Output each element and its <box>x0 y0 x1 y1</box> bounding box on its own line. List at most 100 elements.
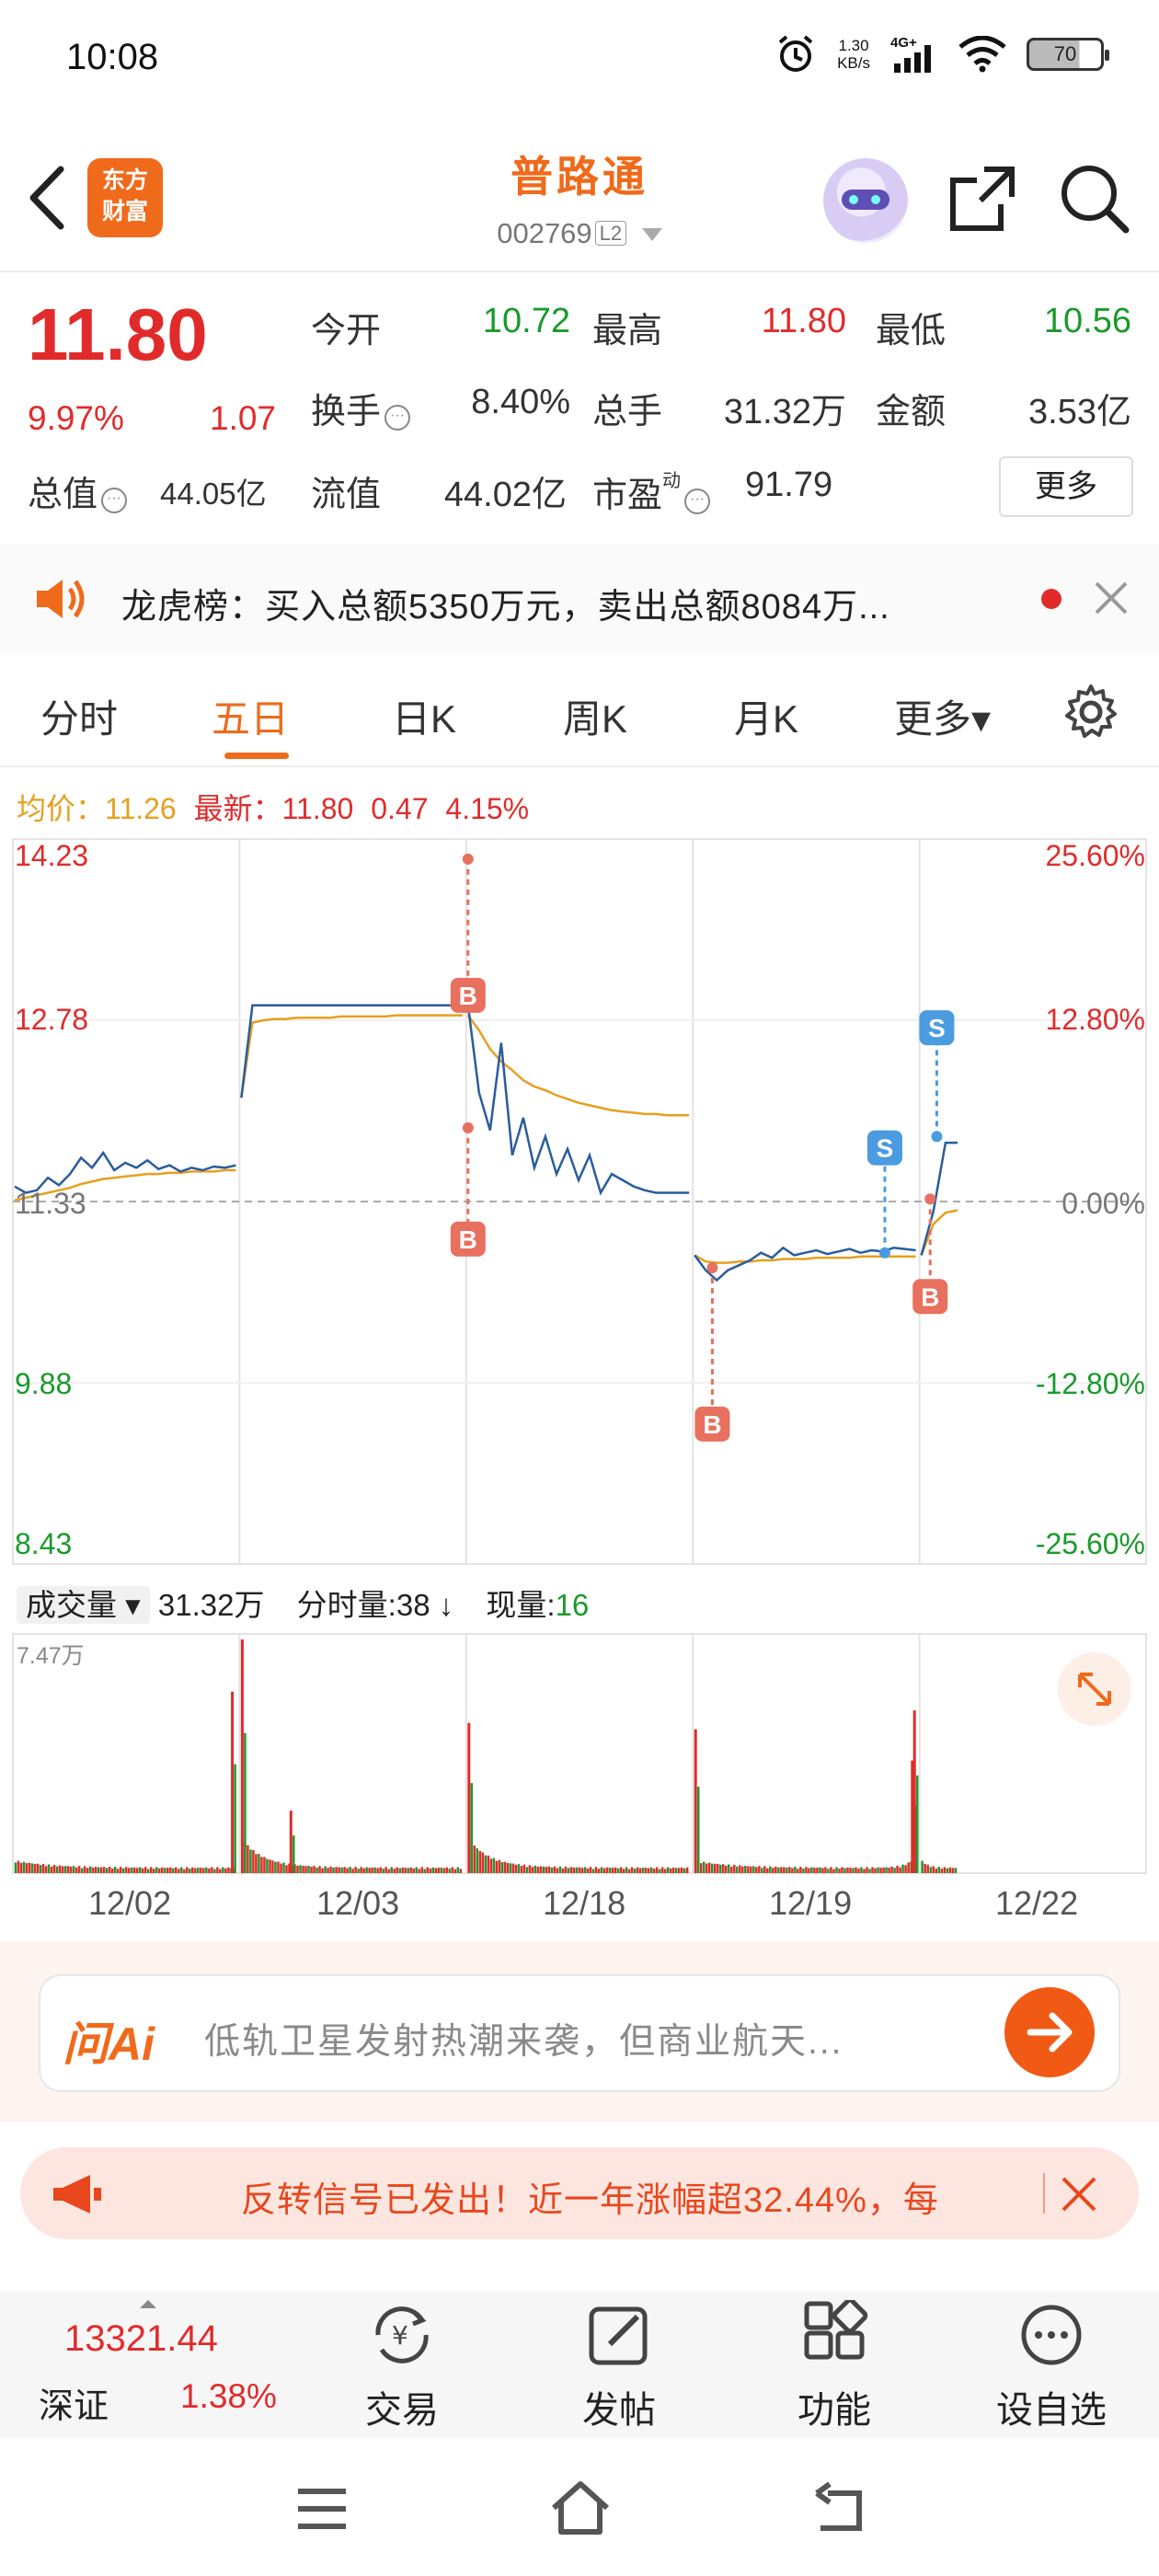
pe-value: 91.79 <box>745 466 833 504</box>
nav-add-watchlist[interactable]: 设自选 <box>982 2300 1120 2433</box>
home-icon[interactable] <box>548 2478 613 2537</box>
nav-trade[interactable]: ¥ 交易 <box>333 2300 471 2433</box>
y-tick-left: 12.78 <box>15 1003 89 1036</box>
amount-label: 金额 <box>876 393 947 431</box>
open-label: 今开 <box>311 312 382 351</box>
ticker-text[interactable]: 龙虎榜：买入总额5350万元，卖出总额8084万... <box>121 578 890 628</box>
mktcap-label[interactable]: 总值 ··· <box>28 466 128 516</box>
divider <box>1043 2173 1045 2214</box>
expand-chart-button[interactable] <box>1058 1652 1131 1726</box>
close-icon[interactable] <box>1060 2175 1098 2214</box>
volume-header: 成交量 ▾ 31.32万 分时量:38 ↓ 现量:16 <box>17 1581 589 1625</box>
index-name[interactable]: 深证 <box>39 2377 109 2428</box>
menu-icon[interactable] <box>294 2484 350 2534</box>
y-tick-right: 0.00% <box>1061 1187 1145 1220</box>
trade-marker-dot <box>462 1121 474 1133</box>
float-cap-value: 44.02亿 <box>443 476 567 514</box>
assistant-robot-icon[interactable] <box>823 158 908 243</box>
y-tick-right: -25.60% <box>1035 1527 1145 1560</box>
net-speed: 1.30 KB/s <box>837 37 870 72</box>
avg-price-line <box>240 1014 463 1098</box>
price-line <box>466 1005 690 1196</box>
volume-label: 总手 <box>592 393 663 431</box>
grid-icon <box>804 2297 868 2360</box>
pe-label[interactable]: 市盈动··· <box>592 466 711 517</box>
tab-five-day[interactable]: 五日 <box>212 688 289 744</box>
wifi-icon <box>958 36 1006 73</box>
buy-marker-label: B <box>921 1282 939 1311</box>
price-chart[interactable]: BBBSBS <box>0 834 1159 2490</box>
svg-text:4G+: 4G+ <box>890 35 917 51</box>
trade-marker-dot <box>931 1131 943 1143</box>
ai-search-input[interactable]: 低轨卫星发射热潮来袭，但商业航天... <box>204 2013 843 2064</box>
y-tick-left: 9.88 <box>15 1367 73 1400</box>
tab-weekly-k[interactable]: 周K <box>563 688 627 744</box>
promo-text[interactable]: 反转信号已发出！近一年涨幅超32.44%，每 <box>241 2171 1043 2222</box>
index-change: 1.38% <box>180 2377 277 2415</box>
high-label: 最高 <box>592 312 663 351</box>
x-tick-label: 12/03 <box>316 1884 400 1922</box>
y-tick-right: 25.60% <box>1045 839 1145 872</box>
change-percent: 9.97% <box>28 399 124 437</box>
change-amount: 1.07 <box>210 399 277 437</box>
search-icon[interactable] <box>1058 162 1131 236</box>
chart-summary: 均价：11.26 最新：11.80 0.47 4.15% <box>17 792 530 825</box>
low-value: 10.56 <box>1043 302 1131 340</box>
tab-daily-k[interactable]: 日K <box>392 688 456 744</box>
x-tick-label: 12/18 <box>543 1884 626 1922</box>
x-tick-label: 12/02 <box>88 1884 172 1922</box>
status-icons: 1.30 KB/s 4G+ 70 <box>775 33 1109 75</box>
status-time: 10:08 <box>66 37 159 77</box>
nav-post[interactable]: 发帖 <box>550 2300 688 2433</box>
y-tick-right: 12.80% <box>1045 1003 1145 1036</box>
tab-intraday[interactable]: 分时 <box>40 688 118 744</box>
info-icon: ··· <box>101 488 128 513</box>
sell-marker-label: S <box>877 1134 894 1163</box>
info-icon: ··· <box>384 405 411 431</box>
edit-icon <box>589 2306 648 2365</box>
y-tick-left: 11.33 <box>15 1187 86 1220</box>
y-tick-left: 14.23 <box>15 839 89 872</box>
alarm-icon <box>778 35 813 72</box>
level-badge: L2 <box>594 221 627 246</box>
tab-more[interactable]: 更多▾ <box>894 688 991 744</box>
amount-value: 3.53亿 <box>1028 393 1131 431</box>
x-tick-label: 12/22 <box>995 1884 1079 1922</box>
expand-up-icon <box>140 2300 156 2308</box>
divider <box>0 765 1159 767</box>
open-value: 10.72 <box>482 302 570 340</box>
arrow-right-icon <box>1027 2012 1073 2053</box>
divider <box>0 270 1159 272</box>
mktcap-value: 44.05亿 <box>160 477 267 511</box>
turnover-value: 8.40% <box>471 383 570 421</box>
y-tick-left: 8.43 <box>15 1527 73 1560</box>
unread-dot <box>1041 589 1061 609</box>
ai-submit-button[interactable] <box>1004 1987 1095 2077</box>
more-quote-button[interactable]: 更多 <box>999 456 1133 517</box>
settings-gear-icon[interactable] <box>1061 683 1120 742</box>
back-nav-icon[interactable] <box>809 2480 868 2536</box>
battery-icon: 70 <box>1027 38 1109 71</box>
signal-icon: 4G+ <box>890 35 931 73</box>
expand-icon <box>1078 1673 1111 1706</box>
close-icon[interactable] <box>1093 580 1130 616</box>
info-icon: ··· <box>684 489 711 514</box>
volume-indicator-dropdown[interactable]: 成交量 ▾ <box>17 1586 150 1624</box>
index-value[interactable]: 13321.44 <box>64 2318 218 2360</box>
nav-functions[interactable]: 功能 <box>765 2297 903 2433</box>
buy-marker-label: B <box>459 1225 477 1254</box>
turnover-label[interactable]: 换手 ··· <box>311 383 411 433</box>
low-label: 最低 <box>876 312 947 351</box>
more-dots-icon <box>1021 2305 1082 2365</box>
buy-marker-label: B <box>703 1410 721 1439</box>
share-icon[interactable] <box>947 164 1017 234</box>
trade-marker-dot <box>462 853 474 865</box>
active-tab-indicator <box>224 753 289 759</box>
high-value: 11.80 <box>761 302 846 340</box>
tab-monthly-k[interactable]: 月K <box>734 688 798 744</box>
avg-price-line <box>466 1014 690 1117</box>
trade-marker-dot <box>706 1262 718 1274</box>
yuan-exchange-icon: ¥ <box>375 2306 429 2363</box>
buy-marker-label: B <box>459 982 477 1010</box>
volume-frame <box>12 1633 1147 1874</box>
